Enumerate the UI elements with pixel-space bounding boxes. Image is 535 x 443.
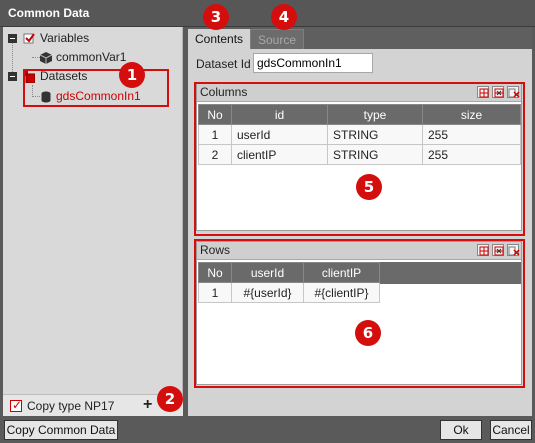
action-bar: Copy Common Data Ok Cancel [0, 416, 535, 443]
columns-panel-header: Columns [197, 84, 521, 102]
column-header[interactable]: No [198, 104, 232, 125]
table-cell[interactable]: 1 [198, 124, 232, 145]
insert-row-icon[interactable] [492, 244, 504, 256]
tab-contents[interactable]: Contents [188, 29, 251, 49]
columns-panel-title: Columns [200, 85, 248, 99]
table-cell[interactable]: clientIP [231, 144, 328, 165]
database-icon [40, 90, 52, 103]
table-row[interactable]: 2 clientIP STRING 255 [198, 144, 521, 165]
table-cell[interactable]: 2 [198, 144, 232, 165]
table-cell[interactable]: userId [231, 124, 328, 145]
callout-badge: 1 [119, 62, 145, 88]
table-cell[interactable]: STRING [327, 124, 423, 145]
datasets-icon [23, 70, 36, 84]
column-header[interactable]: userId [231, 262, 304, 283]
tree-connector [32, 96, 40, 97]
rows-table: No userId clientIP 1 #{userId} #{clientI… [198, 262, 380, 303]
rows-panel-header: Rows [197, 242, 521, 260]
columns-panel: Columns No id type size 1 userId STRING … [196, 83, 522, 231]
tree-label-datasets: Datasets [40, 69, 88, 83]
window-title: Common Data [0, 0, 535, 27]
table-cell[interactable]: #{clientIP} [303, 282, 380, 303]
table-cell[interactable]: 1 [198, 282, 232, 303]
variables-icon [23, 32, 35, 44]
callout-badge: 3 [203, 4, 229, 30]
copy-type-bar: Copy type NP17 + [3, 394, 183, 416]
column-header[interactable]: No [198, 262, 232, 283]
tree-connector [32, 57, 40, 58]
tree-label-gdscommonin1: gdsCommonIn1 [56, 89, 141, 103]
collapse-icon[interactable] [8, 72, 17, 81]
copy-common-data-button[interactable]: Copy Common Data [4, 420, 118, 440]
copy-type-checkbox[interactable] [10, 398, 22, 412]
add-row-icon[interactable] [477, 86, 489, 98]
delete-row-icon[interactable] [507, 86, 520, 98]
table-cell[interactable]: #{userId} [231, 282, 304, 303]
tree-panel: Variables commonVar1 Datasets gdsCommonI… [3, 27, 183, 394]
table-cell[interactable]: 255 [422, 144, 521, 165]
dataset-id-label: Dataset Id [196, 57, 251, 71]
tab-source[interactable]: Source [250, 29, 305, 49]
collapse-icon[interactable] [8, 34, 17, 43]
dataset-id-input[interactable] [253, 53, 373, 73]
add-icon[interactable]: + [143, 396, 152, 414]
tree-label-commonvar1: commonVar1 [56, 50, 127, 64]
tab-bar: Contents Source [188, 27, 532, 49]
callout-badge: 4 [271, 4, 297, 30]
add-row-icon[interactable] [477, 244, 489, 256]
callout-badge: 2 [157, 386, 183, 412]
table-row[interactable]: 1 #{userId} #{clientIP} [198, 282, 380, 303]
rows-panel-title: Rows [200, 243, 231, 257]
callout-badge: 6 [355, 320, 381, 346]
table-cell[interactable]: 255 [422, 124, 521, 145]
columns-table: No id type size 1 userId STRING 255 2 cl… [198, 104, 521, 165]
cancel-button[interactable]: Cancel [490, 420, 532, 440]
tree-connector [12, 42, 13, 72]
column-header[interactable]: type [327, 104, 423, 125]
column-header[interactable]: clientIP [303, 262, 380, 283]
detail-panel: Contents Source Dataset Id Columns No id… [188, 27, 532, 416]
insert-row-icon[interactable] [492, 86, 504, 98]
column-header[interactable]: size [422, 104, 521, 125]
cube-icon [39, 51, 53, 64]
delete-row-icon[interactable] [507, 244, 520, 256]
tree-label-variables: Variables [40, 31, 90, 45]
table-cell[interactable]: STRING [327, 144, 423, 165]
table-row[interactable]: 1 userId STRING 255 [198, 124, 521, 145]
rows-panel: Rows No userId clientIP 1 #{userId} #{cl… [196, 241, 522, 385]
copy-type-label: Copy type NP17 [27, 399, 115, 413]
column-header[interactable]: id [231, 104, 328, 125]
callout-badge: 5 [356, 174, 382, 200]
ok-button[interactable]: Ok [440, 420, 482, 440]
